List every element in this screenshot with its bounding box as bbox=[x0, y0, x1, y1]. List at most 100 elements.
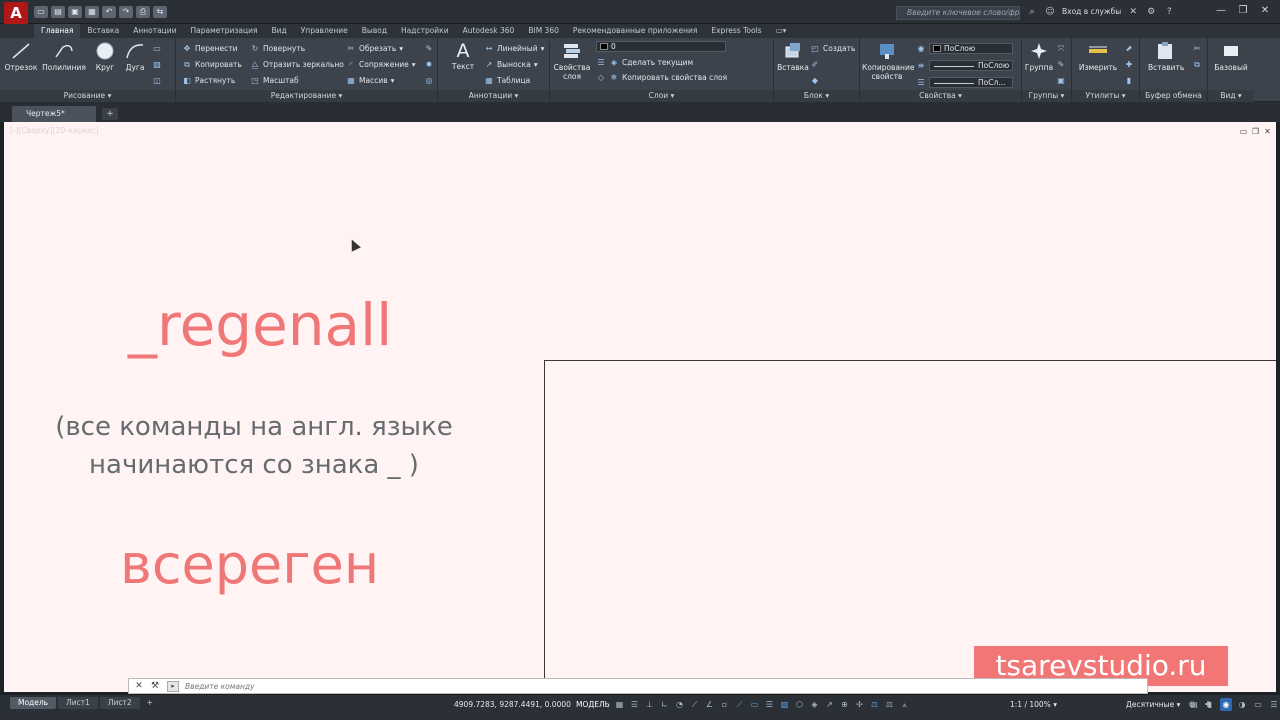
tab-bim360[interactable]: BIM 360 bbox=[521, 24, 566, 38]
match-properties-button[interactable]: Копирование свойств bbox=[862, 41, 914, 81]
panel-view-title[interactable]: Вид ▾ bbox=[1208, 90, 1254, 102]
panel-annotation-title[interactable]: Аннотации ▾ bbox=[438, 90, 549, 102]
tab-a360[interactable]: Autodesk 360 bbox=[456, 24, 522, 38]
transparency-icon[interactable]: ▧ bbox=[779, 698, 790, 711]
copy-clip-icon[interactable]: ⧉ bbox=[1192, 60, 1202, 70]
tab-layout2[interactable]: Лист2 bbox=[99, 697, 140, 709]
lock-ui-icon[interactable]: ▮ bbox=[1204, 698, 1216, 711]
linear-dim-button[interactable]: ↔ Линейный ▾ bbox=[484, 42, 545, 55]
explode-icon[interactable]: ✹ bbox=[424, 60, 434, 70]
tab-layout1[interactable]: Лист1 bbox=[58, 697, 98, 709]
tab-output[interactable]: Вывод bbox=[355, 24, 394, 38]
copy-button[interactable]: ⧉ Копировать bbox=[182, 58, 242, 71]
new-tab-icon[interactable]: + bbox=[102, 108, 118, 120]
user-icon[interactable]: ☺ bbox=[1044, 6, 1056, 18]
polar-icon[interactable]: ◔ bbox=[674, 698, 685, 711]
plot-icon[interactable]: ⎙ bbox=[136, 6, 150, 18]
gizmo-icon[interactable]: ✢ bbox=[854, 698, 865, 711]
panel-draw-title[interactable]: Рисование ▾ bbox=[0, 90, 175, 102]
linetype-dropdown[interactable]: ПоСлою bbox=[929, 60, 1013, 71]
share-icon[interactable]: ⇆ bbox=[153, 6, 167, 18]
search-input[interactable]: Введите ключевое слово/фразу bbox=[896, 6, 1020, 20]
minimize-icon[interactable]: — bbox=[1210, 2, 1232, 20]
panel-modify-title[interactable]: Редактирование ▾ bbox=[176, 90, 437, 102]
tab-parametric[interactable]: Параметризация bbox=[184, 24, 265, 38]
scale-button[interactable]: ◳ Масштаб bbox=[250, 74, 344, 87]
group-edit-icon[interactable]: ✎ bbox=[1056, 60, 1066, 70]
line-button[interactable]: Отрезок bbox=[4, 41, 38, 72]
fillet-button[interactable]: ◜ Сопряжение ▾ bbox=[346, 58, 415, 71]
command-close-icon[interactable]: ✕ bbox=[133, 681, 145, 692]
quick-select-icon[interactable]: ⬈ bbox=[1124, 44, 1134, 54]
help-icon[interactable]: ? bbox=[1163, 6, 1175, 18]
attribute-icon[interactable]: ◆ bbox=[810, 76, 820, 86]
layer-properties-button[interactable]: Свойства слоя bbox=[552, 41, 592, 81]
snap-icon[interactable]: ☰ bbox=[629, 698, 640, 711]
lineweight-dropdown[interactable]: ПоСл... bbox=[929, 77, 1013, 88]
selection-cycling-icon[interactable]: ⬡ bbox=[794, 698, 805, 711]
layer-dropdown[interactable]: 0 bbox=[596, 41, 726, 52]
rectangle-icon[interactable]: ▭ bbox=[152, 44, 162, 54]
offset-icon[interactable]: ◎ bbox=[424, 76, 434, 86]
tab-featured-apps[interactable]: Рекомендованные приложения bbox=[566, 24, 705, 38]
panel-utilities-title[interactable]: Утилиты ▾ bbox=[1072, 90, 1139, 102]
leader-button[interactable]: ↗ Выноска ▾ bbox=[484, 58, 544, 71]
document-tab[interactable]: Чертеж5* bbox=[12, 106, 96, 122]
move-button[interactable]: ✥ Перенести bbox=[182, 42, 242, 55]
match-layer-button[interactable]: ◇ ❄ Копировать свойства слоя bbox=[596, 71, 727, 84]
save-as-icon[interactable]: ▦ bbox=[85, 6, 99, 18]
annotation-visibility-icon[interactable]: ⚖ bbox=[869, 698, 880, 711]
tab-view[interactable]: Вид bbox=[265, 24, 294, 38]
region-icon[interactable]: ◫ bbox=[152, 76, 162, 86]
annotation-scale-dropdown[interactable]: 1:1 / 100% ▾ bbox=[1010, 699, 1057, 711]
measure-button[interactable]: Измерить bbox=[1076, 41, 1120, 72]
viewport-minimize-icon[interactable]: ▭ bbox=[1239, 127, 1248, 136]
tab-express-tools[interactable]: Express Tools bbox=[704, 24, 768, 38]
dynamic-ucs-icon[interactable]: ⟋ bbox=[734, 698, 745, 711]
grid-icon[interactable]: ▦ bbox=[614, 698, 625, 711]
panel-clipboard-title[interactable]: Буфер обмена bbox=[1140, 90, 1207, 102]
autocad-logo-icon[interactable]: A bbox=[4, 2, 28, 26]
dynamic-input-icon[interactable]: ▭ bbox=[749, 698, 760, 711]
connect-icon[interactable]: ⚙ bbox=[1145, 6, 1157, 18]
object-snap-icon[interactable]: ▫ bbox=[719, 698, 730, 711]
ortho-icon[interactable]: ∟ bbox=[659, 698, 670, 711]
isodraft-icon[interactable]: ⟋ bbox=[689, 698, 700, 711]
panel-properties-title[interactable]: Свойства ▾ bbox=[860, 90, 1021, 102]
polyline-button[interactable]: Полилиния bbox=[42, 41, 86, 72]
command-prompt-icon[interactable]: ▸ bbox=[167, 681, 179, 692]
save-icon[interactable]: ▣ bbox=[68, 6, 82, 18]
ribbon-options-icon[interactable]: ▭▾ bbox=[769, 24, 794, 38]
stretch-button[interactable]: ◧ Растянуть bbox=[182, 74, 242, 87]
insert-block-button[interactable]: Вставка bbox=[776, 41, 810, 72]
tab-annotate[interactable]: Аннотации bbox=[126, 24, 183, 38]
quick-properties-icon[interactable]: ▤ bbox=[1188, 698, 1200, 711]
mirror-button[interactable]: ⧋ Отразить зеркально bbox=[250, 58, 343, 71]
drawing-canvas[interactable]: [-][Сверху][2D-каркас] ▭ ❐ ✕ _regenall (… bbox=[4, 122, 1276, 692]
group-button[interactable]: Группа bbox=[1022, 41, 1056, 72]
create-block-button[interactable]: ◰ Создать bbox=[810, 42, 855, 55]
undo-icon[interactable]: ↶ bbox=[102, 6, 116, 18]
isolate-objects-icon[interactable]: ◉ bbox=[1220, 698, 1232, 711]
group-select-icon[interactable]: ▣ bbox=[1056, 76, 1066, 86]
clean-screen-icon[interactable]: ▭ bbox=[1252, 698, 1264, 711]
rotate-button[interactable]: ↻ Повернуть bbox=[250, 42, 344, 55]
tab-insert[interactable]: Вставка bbox=[80, 24, 126, 38]
panel-layers-title[interactable]: Слои ▾ bbox=[550, 90, 773, 102]
array-button[interactable]: ▦ Массив ▾ bbox=[346, 74, 416, 87]
maximize-icon[interactable]: ❐ bbox=[1232, 2, 1254, 20]
redo-icon[interactable]: ↷ bbox=[119, 6, 133, 18]
edit-block-icon[interactable]: ✐ bbox=[810, 60, 820, 70]
tab-manage[interactable]: Управление bbox=[294, 24, 355, 38]
make-current-button[interactable]: ☰ ◈ Сделать текущим bbox=[596, 56, 727, 69]
table-button[interactable]: ▦ Таблица bbox=[484, 74, 544, 87]
coordinates-readout[interactable]: 4909.7283, 9287.4491, 0.0000 bbox=[454, 699, 571, 711]
panel-groups-title[interactable]: Группы ▾ bbox=[1022, 90, 1071, 102]
viewport-close-icon[interactable]: ✕ bbox=[1263, 127, 1272, 136]
auto-scale-icon[interactable]: ⚖ bbox=[884, 698, 895, 711]
color-dropdown[interactable]: ПоСлою bbox=[929, 43, 1013, 54]
search-icon[interactable]: ⌕ bbox=[1026, 6, 1038, 18]
ungroup-icon[interactable]: ⤧ bbox=[1056, 44, 1066, 54]
hardware-acceleration-icon[interactable]: ◑ bbox=[1236, 698, 1248, 711]
text-button[interactable]: A Текст bbox=[446, 40, 480, 71]
